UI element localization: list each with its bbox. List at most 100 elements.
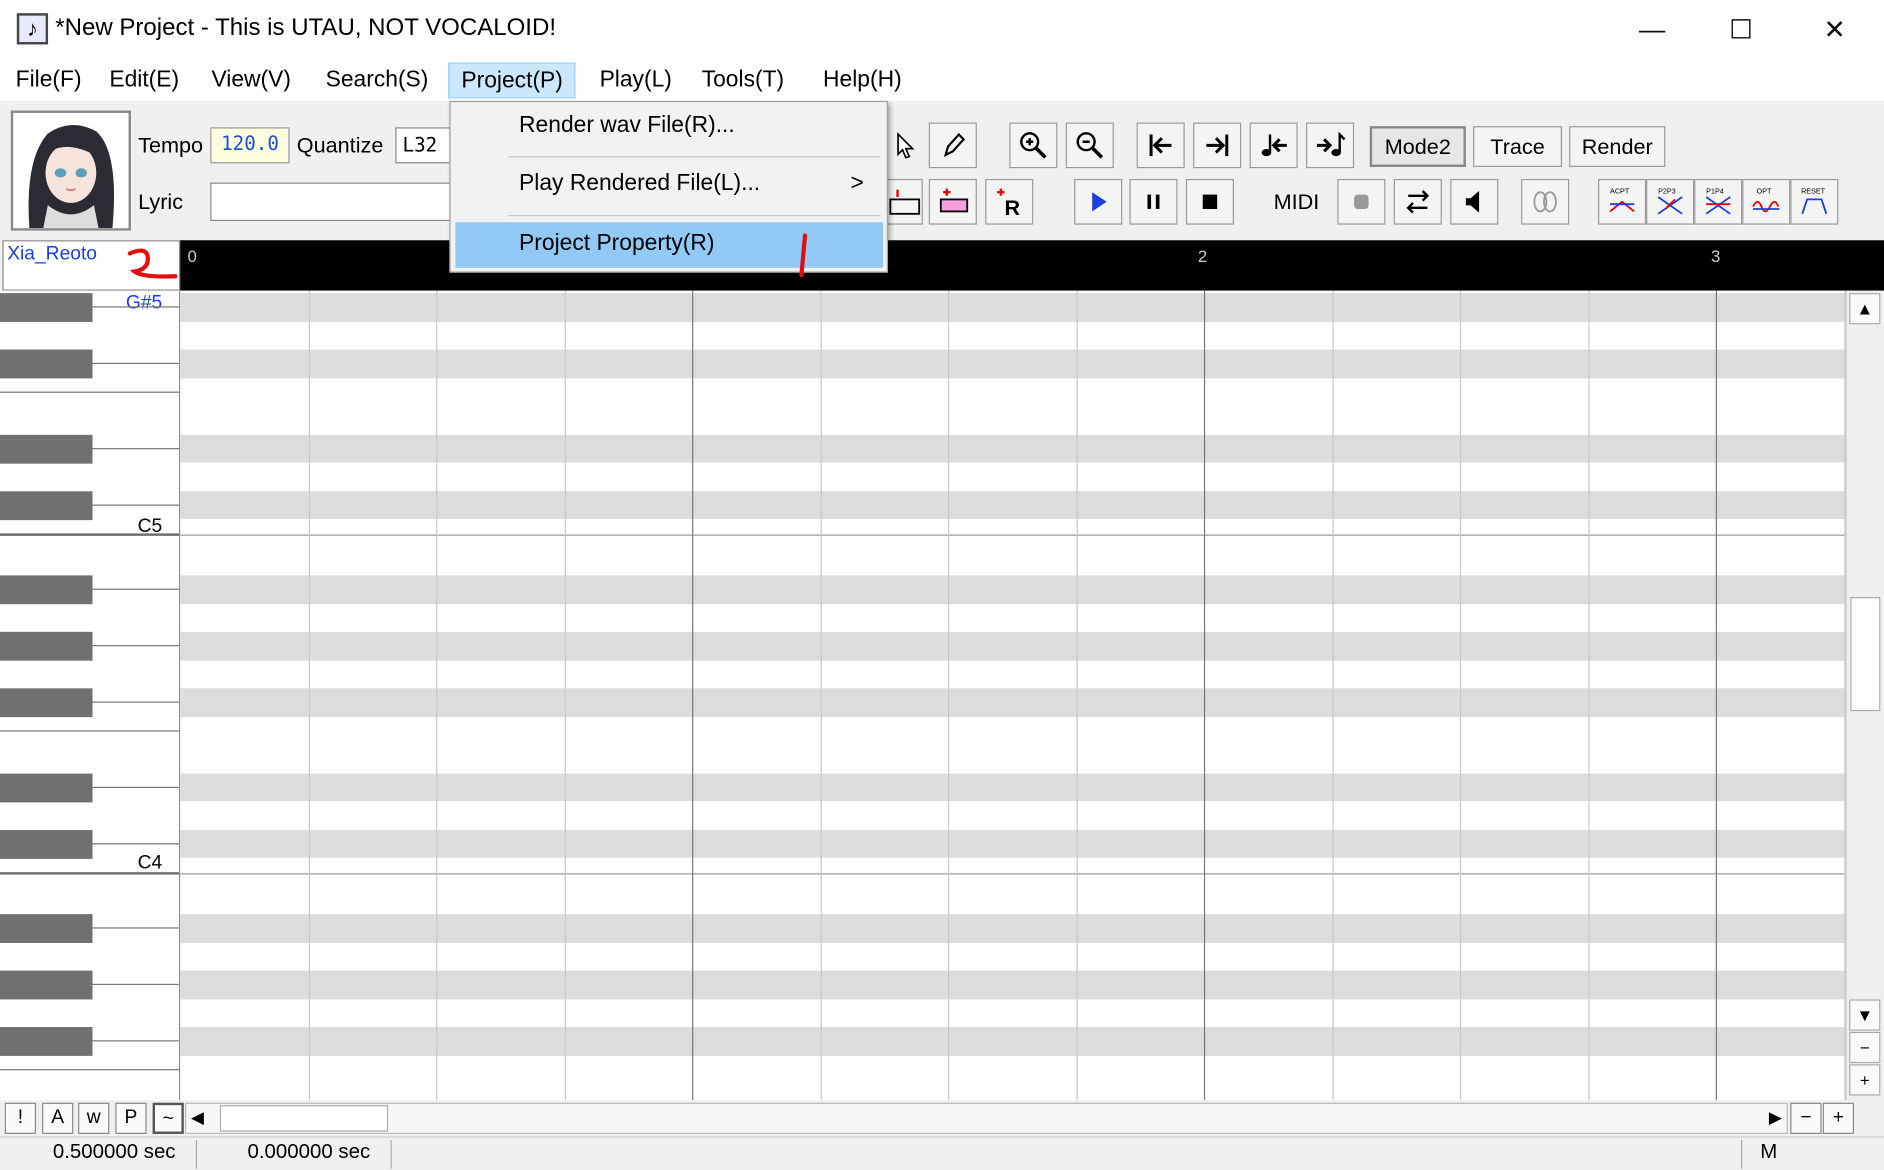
acpt-button[interactable]: ACPT <box>1598 178 1647 225</box>
btn-p[interactable]: P <box>115 1102 147 1134</box>
midi-speaker-button[interactable] <box>1450 178 1499 225</box>
octave-line <box>180 872 1846 874</box>
key-divider <box>0 730 180 732</box>
svg-text:RESET: RESET <box>1801 186 1826 195</box>
lyric-input[interactable] <box>210 182 451 222</box>
black-key[interactable] <box>0 349 93 379</box>
close-button[interactable]: ✕ <box>1790 0 1879 60</box>
black-key[interactable] <box>0 772 93 802</box>
menu-project-property[interactable]: Project Property(R) <box>455 222 884 268</box>
key-divider <box>92 362 180 364</box>
btn-w[interactable]: w <box>78 1102 110 1134</box>
stop-button[interactable] <box>1185 178 1234 225</box>
link-button[interactable] <box>1521 178 1570 225</box>
reset-icon: RESET <box>1801 186 1828 215</box>
p1p4-button[interactable]: P1P4 <box>1694 178 1743 225</box>
select-tool-button[interactable] <box>889 123 920 169</box>
play-button[interactable] <box>1074 178 1123 225</box>
black-key[interactable] <box>0 688 93 718</box>
opt-icon: OPT <box>1752 186 1780 213</box>
prev-note-button[interactable] <box>1249 122 1298 169</box>
black-key[interactable] <box>0 434 93 464</box>
horizontal-scrollbar[interactable]: ◀ ▶ <box>185 1102 1788 1134</box>
menu-help[interactable]: Help(H) <box>811 62 914 98</box>
reset-button[interactable]: RESET <box>1790 178 1839 225</box>
opt-button[interactable]: OPT <box>1742 178 1791 225</box>
trace-button[interactable]: Trace <box>1473 126 1562 167</box>
black-key[interactable] <box>0 293 93 322</box>
p2p3-button[interactable]: P2P3 <box>1646 178 1695 225</box>
menu-view[interactable]: View(V) <box>199 62 303 98</box>
app-note-icon[interactable]: ♪ <box>16 13 49 45</box>
mode2-button[interactable]: Mode2 <box>1369 126 1466 167</box>
vertical-zoom-in-button[interactable]: + <box>1849 1064 1881 1096</box>
piano-keyboard[interactable]: G#5 C5 C4 <box>0 290 181 1101</box>
pencil-icon <box>943 132 966 158</box>
zoom-out-button[interactable] <box>1065 122 1114 169</box>
pause-button[interactable] <box>1129 178 1178 225</box>
black-key[interactable] <box>0 970 93 1000</box>
horizontal-zoom-in-button[interactable]: + <box>1822 1102 1854 1134</box>
render-button[interactable]: Render <box>1569 126 1666 167</box>
quantize-select[interactable]: L32 <box>395 127 451 164</box>
go-end-button[interactable] <box>1193 122 1242 169</box>
grid-row-black <box>180 688 1846 717</box>
jump-end-icon <box>1206 134 1229 157</box>
black-key[interactable] <box>0 1027 93 1056</box>
minimize-button[interactable]: — <box>1608 0 1697 60</box>
black-key[interactable] <box>0 914 93 943</box>
btn-exclaim[interactable]: ! <box>4 1102 37 1134</box>
scroll-up-button[interactable]: ▲ <box>1849 293 1881 325</box>
black-key[interactable] <box>0 575 93 605</box>
toolbar: Tempo 120.0 Quantize L32 Lyric Mode2 Tra… <box>0 100 1884 241</box>
key-label-g5: G#5 <box>125 293 163 314</box>
tempo-input[interactable]: 120.0 <box>210 127 290 164</box>
grid-row-black <box>180 772 1846 802</box>
insert-note-button[interactable] <box>886 178 923 225</box>
menu-edit[interactable]: Edit(E) <box>97 62 191 98</box>
singer-avatar[interactable] <box>10 110 131 231</box>
black-key[interactable] <box>0 490 93 520</box>
menu-play-rendered[interactable]: Play Rendered File(L)... > <box>455 162 883 208</box>
menu-project[interactable]: Project(P) <box>448 62 577 99</box>
vertical-zoom-out-button[interactable]: − <box>1849 1031 1881 1064</box>
piano-roll-grid[interactable] <box>180 290 1846 1101</box>
midi-input-button[interactable] <box>1393 178 1442 225</box>
key-divider <box>92 786 180 788</box>
key-divider <box>92 306 180 308</box>
scroll-right-button[interactable]: ▶ <box>1769 1108 1782 1128</box>
midi-record-button[interactable] <box>1337 178 1386 225</box>
status-position: 0.000000 sec <box>199 1139 392 1169</box>
grid-row-black <box>180 349 1846 378</box>
black-key[interactable] <box>0 829 93 859</box>
add-rest-button[interactable] <box>928 178 977 225</box>
zoom-in-button[interactable] <box>1009 122 1058 169</box>
pencil-tool-button[interactable] <box>928 122 977 169</box>
key-divider <box>92 701 180 703</box>
btn-tilde[interactable]: ~ <box>152 1102 184 1134</box>
singer-name[interactable]: Xia_Reoto <box>2 240 181 291</box>
black-key[interactable] <box>0 631 93 661</box>
menu-tools[interactable]: Tools(T) <box>690 62 796 98</box>
horizontal-zoom-out-button[interactable]: − <box>1790 1102 1822 1134</box>
timeline-ruler[interactable]: 0 2 3 <box>180 240 1884 291</box>
vertical-scrollbar[interactable]: ▲ ▼ − + <box>1845 290 1884 1101</box>
scroll-left-button[interactable]: ◀ <box>191 1108 204 1128</box>
project-menu-dropdown: Render wav File(R)... Play Rendered File… <box>449 100 888 273</box>
record-icon <box>1354 194 1369 210</box>
add-r-button[interactable]: R <box>985 178 1034 225</box>
insert-icon <box>888 189 920 215</box>
key-divider <box>0 391 180 394</box>
btn-a[interactable]: A <box>42 1102 74 1134</box>
key-divider <box>92 503 180 506</box>
menu-render-wav[interactable]: Render wav File(R)... <box>455 105 883 151</box>
scroll-down-button[interactable]: ▼ <box>1849 999 1881 1031</box>
menu-file[interactable]: File(F) <box>4 62 94 98</box>
horizontal-scroll-thumb[interactable] <box>219 1105 389 1132</box>
maximize-button[interactable]: ☐ <box>1697 0 1786 60</box>
next-note-button[interactable] <box>1306 122 1355 169</box>
go-start-button[interactable] <box>1136 122 1185 169</box>
vertical-scroll-thumb[interactable] <box>1850 597 1881 712</box>
menu-play[interactable]: Play(L) <box>588 62 684 98</box>
menu-search[interactable]: Search(S) <box>314 62 441 98</box>
